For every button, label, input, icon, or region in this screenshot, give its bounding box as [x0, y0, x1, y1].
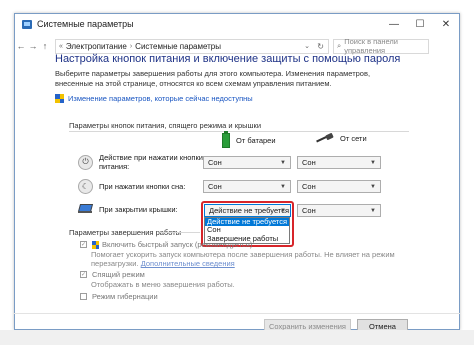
- power-button-label-line2: питания:: [99, 162, 130, 171]
- sleep-mode-description: Отображать в меню завершения работы.: [91, 280, 235, 289]
- maximize-button[interactable]: ☐: [407, 14, 433, 34]
- sleep-button-label: При нажатии кнопки сна:: [99, 182, 186, 191]
- page-description: Выберите параметры завершения работы для…: [55, 69, 371, 88]
- control-panel-icon: [22, 19, 32, 29]
- page-title: Настройка кнопок питания и включение защ…: [55, 53, 401, 65]
- fast-startup-description-line1: Помогает ускорить запуск компьютера посл…: [91, 250, 395, 259]
- sleep-button-row: ☾ При нажатии кнопки сна:: [78, 179, 185, 194]
- hibernate-checkbox[interactable]: [80, 293, 87, 300]
- battery-icon: [222, 131, 230, 148]
- sleep-button-battery-value: Сон: [208, 182, 222, 191]
- lid-close-label: При закрытии крышки:: [99, 204, 178, 214]
- power-button-label-line1: Действие при нажатии кнопки: [99, 153, 203, 162]
- buttons-section-divider: [69, 131, 409, 132]
- chevron-down-icon: ▼: [370, 207, 376, 214]
- sleep-button-ac-value: Сон: [302, 182, 316, 191]
- breadcrumb-separator: ›: [129, 42, 133, 50]
- battery-column-header: От батареи: [222, 131, 276, 148]
- ac-column-header: От сети: [316, 134, 367, 143]
- buttons-section-label: Параметры кнопок питания, спящего режима…: [69, 121, 262, 130]
- breadcrumb-power-options[interactable]: Электропитание: [66, 42, 127, 51]
- search-input[interactable]: ⌕ Поиск в панели управления: [333, 37, 429, 55]
- power-button-row: ⏻ Действие при нажатии кнопки питания:: [78, 153, 203, 171]
- breadcrumb-overflow[interactable]: «: [59, 43, 63, 50]
- power-button-battery-value: Сон: [208, 158, 222, 167]
- hibernate-row: Режим гибернации: [80, 292, 158, 301]
- power-button-ac-select[interactable]: Сон ▼: [297, 156, 381, 169]
- back-button[interactable]: ←: [15, 41, 27, 51]
- power-icon: ⏻: [78, 154, 93, 170]
- minimize-button[interactable]: —: [381, 14, 407, 34]
- lid-close-ac-value: Сон: [302, 206, 316, 215]
- chevron-down-icon: ▼: [280, 183, 286, 190]
- fast-startup-description-line2: перезагрузки. Дополнительные сведения: [91, 259, 395, 268]
- change-settings-row: Изменение параметров, которые сейчас нед…: [55, 94, 435, 103]
- search-icon: ⌕: [337, 41, 342, 50]
- fast-startup-description-text: перезагрузки.: [91, 259, 139, 268]
- power-button-ac-value: Сон: [302, 158, 316, 167]
- laptop-lid-icon: [78, 204, 93, 214]
- lid-close-row: При закрытии крышки:: [78, 204, 178, 214]
- address-field[interactable]: « Электропитание › Системные параметры ⌄…: [55, 38, 329, 54]
- title-bar: Системные параметры — ☐ ✕: [15, 14, 459, 34]
- main-content: Настройка кнопок питания и включение защ…: [55, 53, 435, 103]
- uac-shield-icon: [55, 94, 64, 103]
- chevron-down-icon: ▼: [370, 159, 376, 166]
- up-button[interactable]: ↑: [39, 41, 51, 51]
- fast-startup-label: Включить быстрый запуск (рекомендуется): [102, 240, 253, 249]
- power-plug-icon: [316, 134, 334, 143]
- bottom-strip: [0, 330, 474, 345]
- power-button-battery-select[interactable]: Сон ▼: [203, 156, 291, 169]
- shutdown-section-divider: [160, 232, 200, 233]
- sleep-button-battery-select[interactable]: Сон ▼: [203, 180, 291, 193]
- power-button-label: Действие при нажатии кнопки питания:: [99, 153, 203, 171]
- moon-icon: ☾: [78, 179, 93, 194]
- close-button[interactable]: ✕: [433, 14, 459, 34]
- sleep-mode-label: Спящий режим: [92, 270, 145, 279]
- chevron-down-icon: ▼: [370, 183, 376, 190]
- sleep-button-ac-select[interactable]: Сон ▼: [297, 180, 381, 193]
- breadcrumb-system-settings[interactable]: Системные параметры: [135, 42, 221, 51]
- fast-startup-checkbox[interactable]: ✓: [80, 241, 87, 248]
- fast-startup-description: Помогает ускорить запуск компьютера посл…: [91, 250, 395, 268]
- hibernate-label: Режим гибернации: [92, 292, 158, 301]
- sleep-mode-checkbox[interactable]: ✓: [80, 271, 87, 278]
- battery-column-label: От батареи: [236, 136, 276, 145]
- more-info-link[interactable]: Дополнительные сведения: [141, 259, 235, 268]
- change-unavailable-settings-link[interactable]: Изменение параметров, которые сейчас нед…: [68, 94, 253, 103]
- sleep-mode-row: ✓ Спящий режим: [80, 270, 145, 279]
- ac-column-label: От сети: [340, 134, 367, 143]
- lid-close-ac-select[interactable]: Сон ▼: [297, 204, 381, 217]
- refresh-icon[interactable]: ↻: [317, 42, 324, 51]
- uac-shield-small-icon: [92, 240, 99, 249]
- forward-button[interactable]: →: [27, 41, 39, 51]
- window-title: Системные параметры: [37, 19, 134, 29]
- fast-startup-row: ✓ Включить быстрый запуск (рекомендуется…: [80, 240, 252, 249]
- chevron-down-icon: ▼: [280, 159, 286, 166]
- address-dropdown-icon[interactable]: ⌄: [304, 42, 310, 50]
